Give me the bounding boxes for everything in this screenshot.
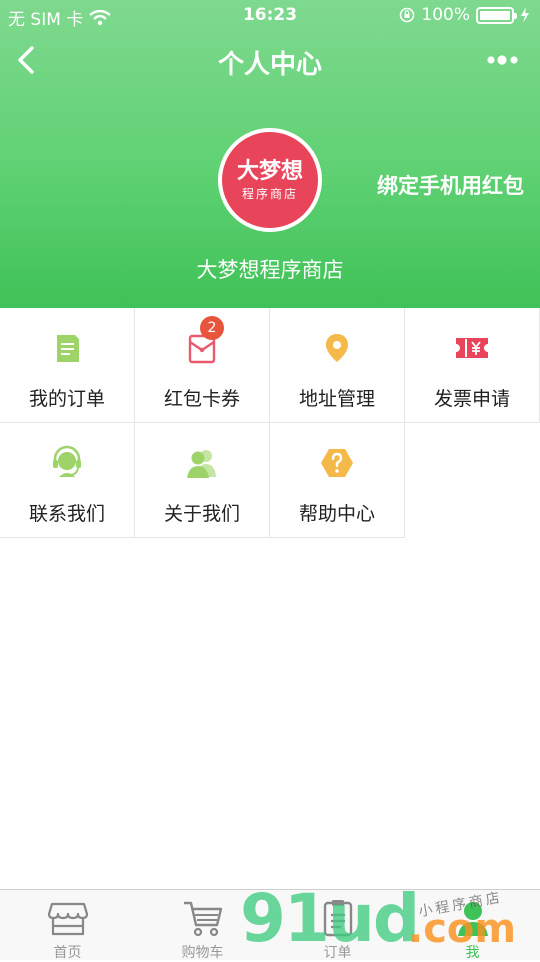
red-packet-count-badge: 2 [200, 316, 224, 340]
page-title: 个人中心 [217, 50, 322, 80]
users-icon [187, 450, 216, 478]
order-icon [57, 335, 79, 362]
avatar-logo-title: 大梦想 [236, 159, 303, 184]
menu-item-about[interactable]: 关于我们 [135, 423, 270, 538]
watermark-number: 91ud [240, 880, 420, 957]
menu-item-label: 关于我们 [163, 503, 240, 525]
headset-icon [53, 445, 81, 477]
menu-item-help[interactable]: 帮助中心 [270, 423, 405, 538]
store-name: 大梦想程序商店 [196, 258, 344, 282]
watermark: 91ud .com 小程序商店 [240, 880, 530, 960]
help-icon [321, 449, 353, 477]
avatar[interactable]: 大梦想 程序商店 [218, 128, 322, 232]
status-bar: 无 SIM 卡 16:23 100% [0, 0, 540, 30]
store-icon [47, 902, 88, 936]
menu-item-label: 联系我们 [28, 503, 105, 525]
menu-item-label: 地址管理 [298, 388, 375, 410]
menu-item-label: 红包卡券 [163, 388, 240, 410]
battery-percent: 100% [421, 5, 470, 25]
bind-phone-link[interactable]: 绑定手机用红包 [377, 170, 524, 200]
orientation-lock-icon [400, 7, 415, 23]
menu-item-invoice[interactable]: 发票申请 [405, 308, 540, 423]
menu-item-address[interactable]: 地址管理 [270, 308, 405, 423]
more-dots-icon[interactable] [486, 50, 522, 70]
menu-item-label: 帮助中心 [298, 503, 375, 525]
tab-label: 首页 [53, 945, 82, 961]
avatar-logo-subtitle: 程序商店 [241, 187, 298, 201]
menu-item-orders[interactable]: 我的订单 [0, 308, 135, 423]
invoice-icon [456, 338, 488, 358]
profile-header: 无 SIM 卡 16:23 100% 个人中心 大梦想 程序商店 绑定手机用红包… [0, 0, 540, 308]
menu-item-label: 发票申请 [433, 388, 510, 410]
battery-icon [476, 6, 517, 24]
tab-home[interactable]: 首页 [0, 890, 135, 961]
nav-bar: 个人中心 [0, 38, 540, 82]
menu-item-contact[interactable]: 联系我们 [0, 423, 135, 538]
location-pin-icon [326, 334, 348, 362]
menu-item-label: 我的订单 [28, 388, 105, 410]
status-right: 100% [399, 5, 530, 25]
charging-icon [521, 7, 529, 23]
cart-icon [183, 901, 222, 937]
